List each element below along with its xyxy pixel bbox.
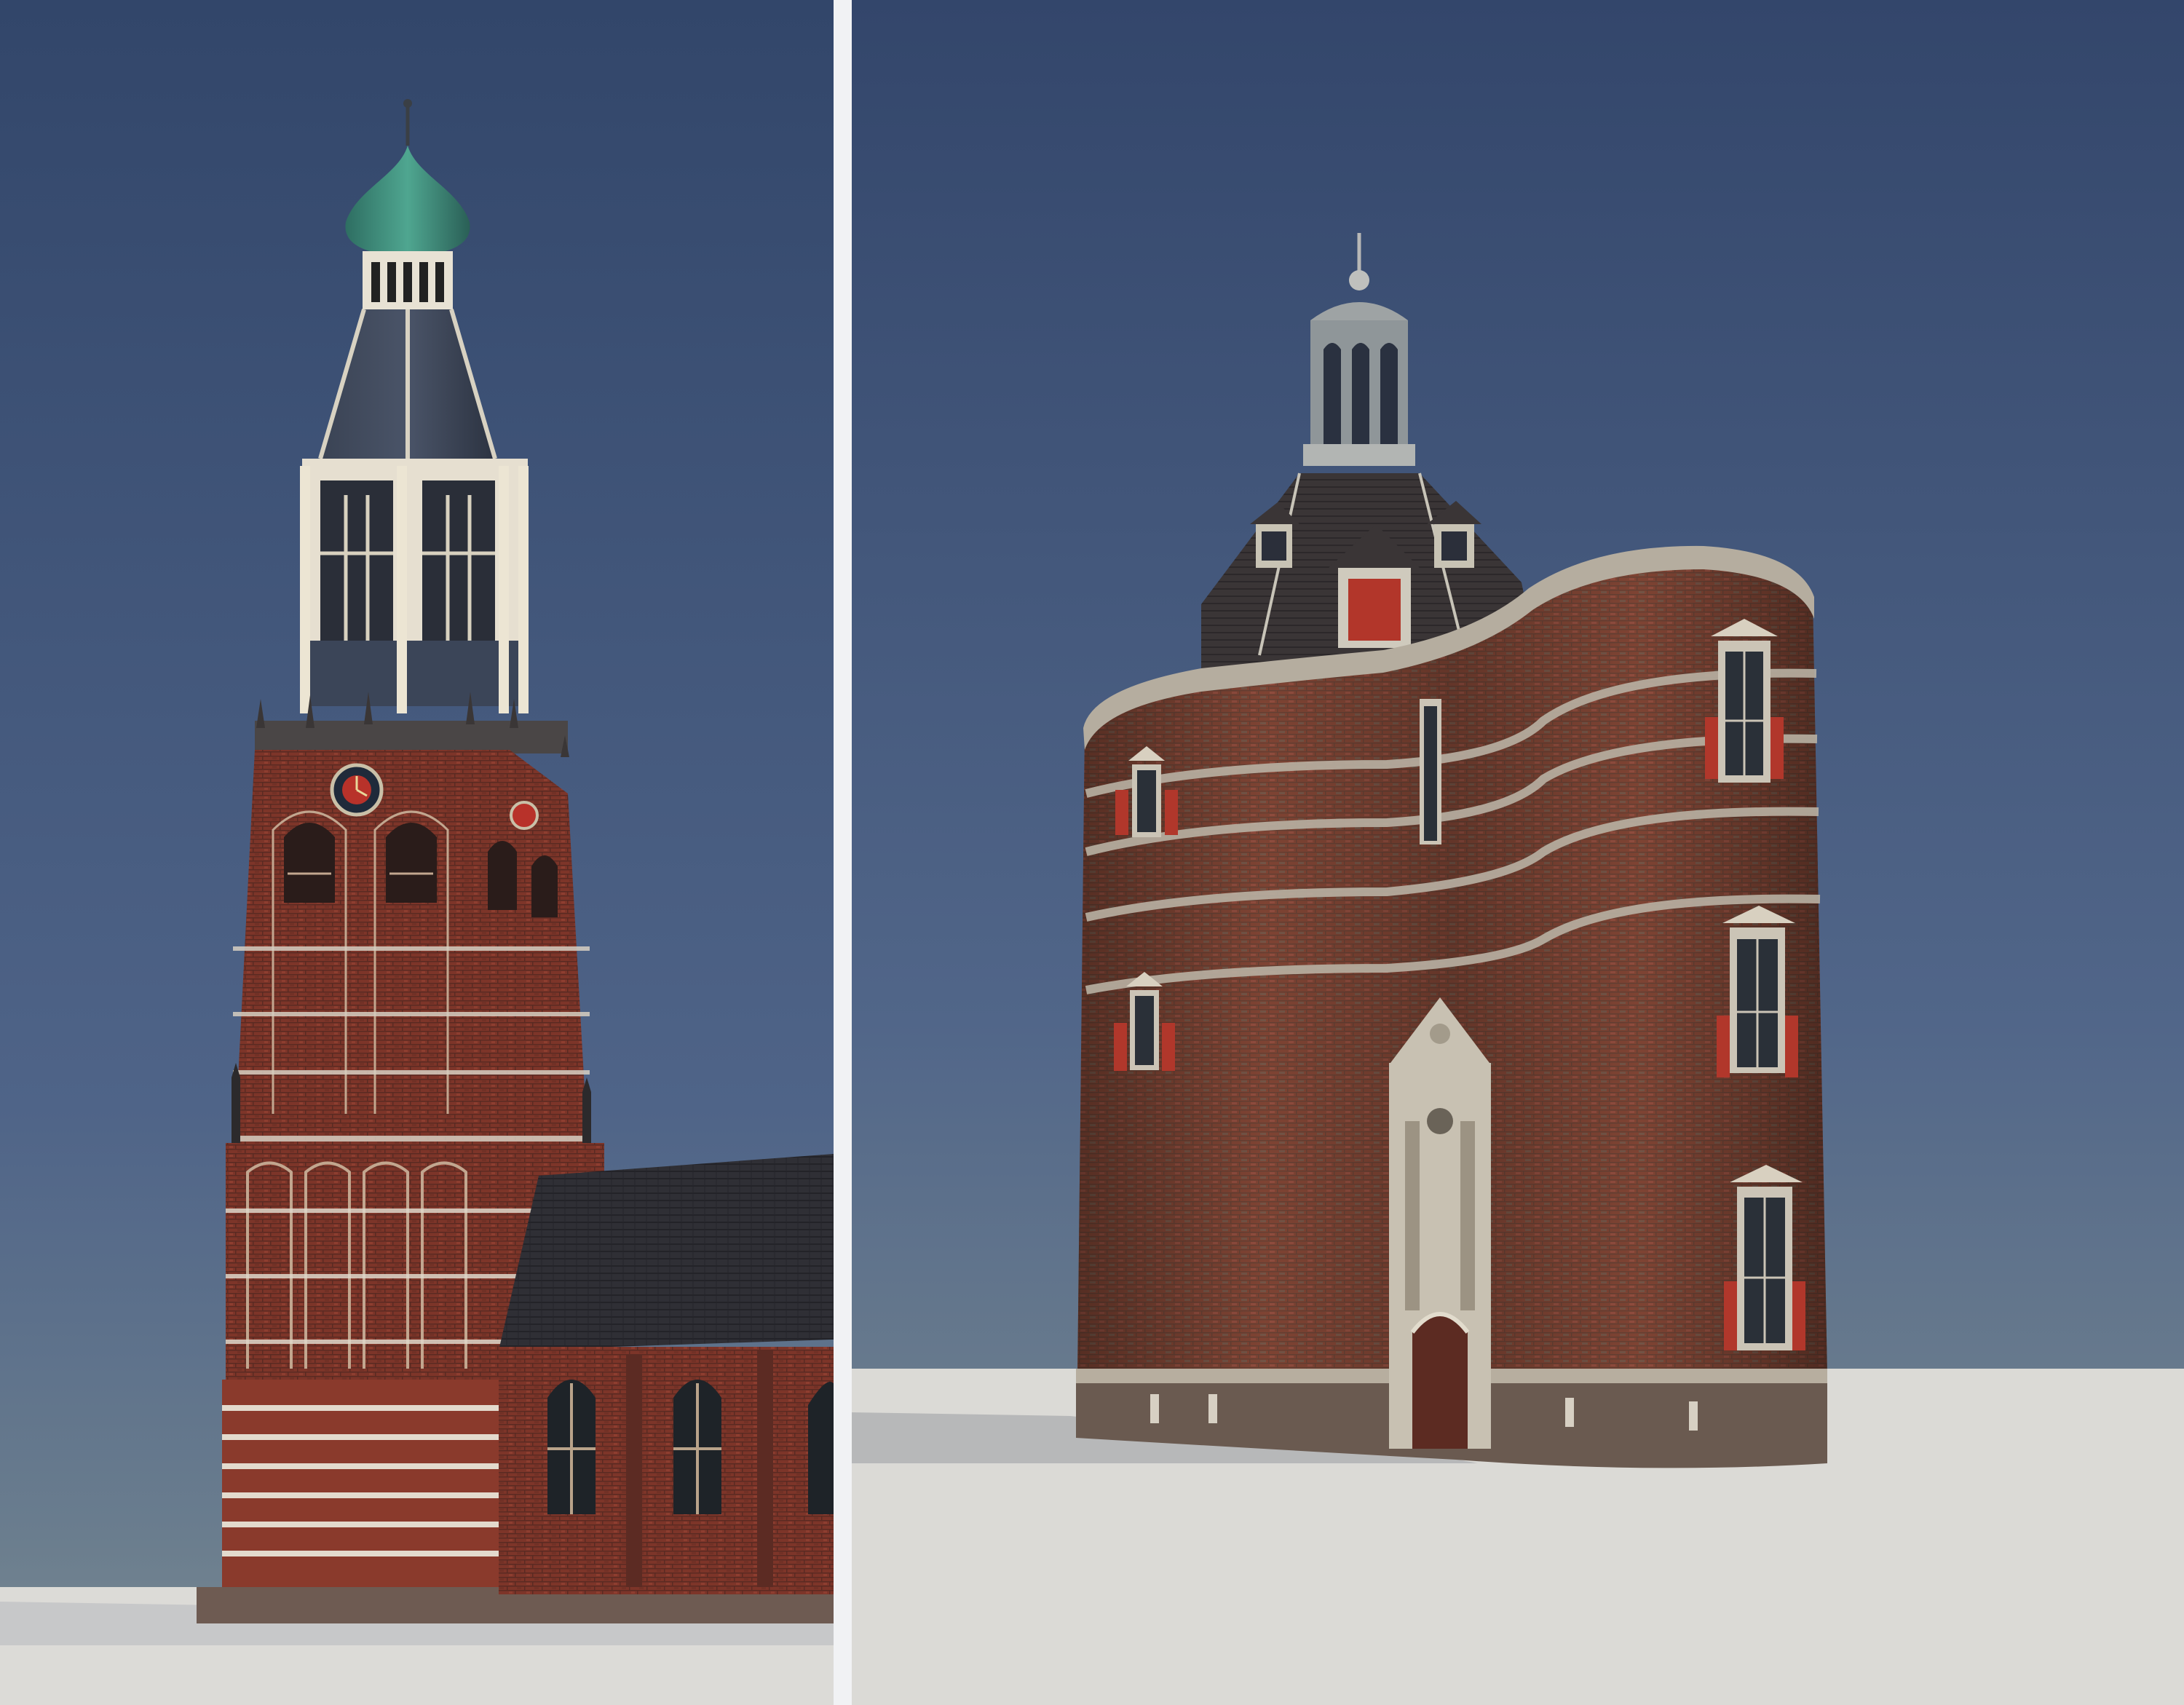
church-tower-render (0, 0, 834, 1705)
right-panel-gate-tower (852, 0, 2184, 1705)
left-panel-church-tower (0, 0, 834, 1705)
gate-tower-render (852, 0, 2184, 1705)
panel-divider (834, 0, 852, 1705)
